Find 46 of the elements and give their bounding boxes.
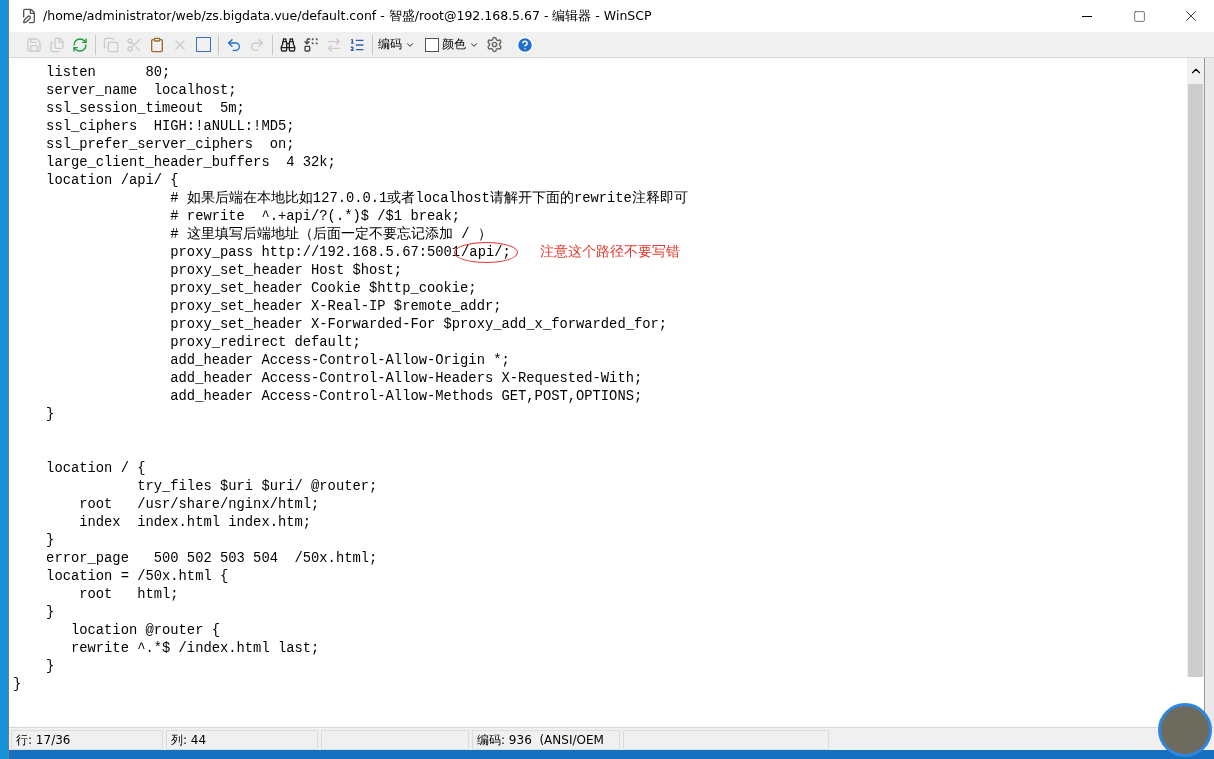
- code-line: }: [45, 532, 55, 548]
- code-line: root html;: [78, 586, 179, 602]
- minimize-icon: [1082, 15, 1092, 17]
- code-line: root /usr/share/nginx/html;: [78, 496, 320, 512]
- code-line: index index.html index.htm;: [78, 514, 312, 530]
- code-line: large_client_header_buffers 4 32k;: [45, 154, 336, 170]
- annotation-note: 注意这个路径不要写错: [539, 243, 680, 261]
- settings-icon[interactable]: [484, 34, 504, 55]
- status-panel: 行: 17/36: [11, 730, 163, 750]
- code-line: proxy_set_header Host $host;: [169, 262, 403, 278]
- code-line: proxy_pass http://192.168.5.67:5001: [169, 244, 461, 260]
- status-panel: 列: 44: [166, 730, 318, 750]
- color-toggle[interactable]: 颜色: [420, 36, 484, 53]
- code-line: error_page 500 502 503 504 /50x.html;: [45, 550, 378, 566]
- maximize-icon: [1132, 9, 1146, 23]
- code-line: listen 80;: [45, 64, 171, 80]
- code-line: add_header Access-Control-Allow-Origin *;: [169, 352, 510, 368]
- code-line: ssl_session_timeout 5m;: [45, 100, 245, 116]
- code-line: proxy_set_header X-Real-IP $remote_addr;: [169, 298, 502, 314]
- code-line: }: [45, 658, 55, 674]
- code-line: }: [13, 676, 22, 692]
- status-panel: 编码: 936 (ANSI/OEM: [472, 730, 620, 750]
- code-line: try_files $uri $uri/ @router;: [136, 478, 378, 494]
- code-line: rewrite ^.*$ /index.html last;: [69, 640, 320, 656]
- code-line: # 如果后端在本地比如127.0.0.1或者localhost请解开下面的rewrite注释即可: [169, 189, 688, 207]
- code-line: ssl_ciphers HIGH:!aNULL:!MD5;: [45, 118, 295, 134]
- code-line: location @router {: [69, 622, 220, 638]
- notepad-icon: [21, 8, 37, 24]
- code-line: add_header Access-Control-Allow-Methods GET,POST,OPTIONS;: [169, 388, 643, 404]
- code-line: }: [45, 604, 55, 620]
- code-line: }: [45, 406, 55, 422]
- code-line: proxy_set_header Cookie $http_cookie;: [169, 280, 477, 296]
- code-line: location / {: [45, 460, 146, 476]
- code-line: proxy_redirect default;: [169, 334, 361, 350]
- code-line: # 这里填写后端地址（后面一定不要忘记添加 / ）: [169, 225, 492, 243]
- code-line: # rewrite ^.+api/?(.*)$ /$1 break;: [169, 208, 461, 224]
- code-line: location /api/ {: [45, 172, 179, 188]
- code-line: add_header Access-Control-Allow-Headers X-Requested-With;: [169, 370, 643, 386]
- code-line: proxy_set_header X-Forwarded-For $proxy_add_x_forwarded_for;: [169, 316, 668, 332]
- help-icon[interactable]: [515, 34, 535, 55]
- window-title: /home/administrator/web/zs.bigdata.vue/default.conf - 智盛/root@192.168.5.67 - 编辑器 - WinSCP: [43, 7, 653, 25]
- code-line: location = /50x.html {: [45, 568, 229, 584]
- encoding-menu[interactable]: 编码: [373, 36, 420, 53]
- code-line: server_name localhost;: [45, 82, 237, 98]
- scrollbar[interactable]: [1187, 58, 1204, 677]
- code-line: ssl_prefer_server_ciphers on;: [45, 136, 295, 152]
